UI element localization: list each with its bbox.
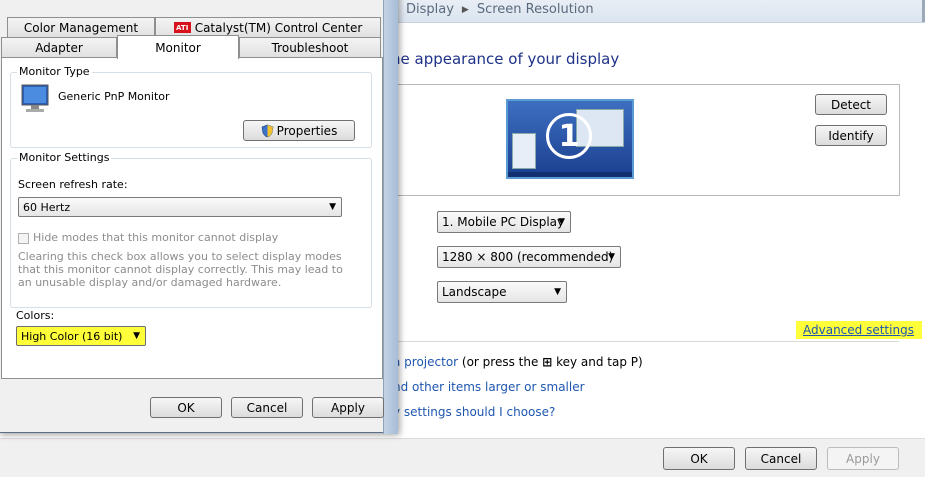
monitor-number-badge: 1 [546, 113, 592, 159]
cancel-button[interactable]: Cancel [745, 447, 817, 470]
dialog-frame-edge [383, 0, 398, 434]
refresh-rate-value: 60 Hertz [23, 200, 71, 214]
preview-window-icon [512, 133, 536, 169]
apply-button[interactable]: Apply [827, 447, 899, 470]
orientation-select[interactable]: Landscape ▼ [437, 281, 567, 303]
divider [393, 341, 899, 342]
properties-button[interactable]: Properties [243, 120, 355, 141]
advanced-settings-link[interactable]: Advanced settings [796, 321, 922, 339]
breadcrumb: Display ▶ Screen Resolution [406, 0, 594, 20]
monitor-settings-group: Monitor Settings Screen refresh rate: 60… [10, 151, 372, 308]
tab-monitor[interactable]: Monitor [117, 35, 239, 59]
page-title: he appearance of your display [391, 50, 620, 68]
shield-icon [261, 124, 274, 137]
monitor-type-label: Monitor Type [17, 65, 92, 78]
projector-link[interactable]: a projector [393, 355, 458, 369]
display-select[interactable]: 1. Mobile PC Display ▼ [437, 211, 571, 233]
display-select-value: 1. Mobile PC Display [442, 215, 565, 229]
breadcrumb-display[interactable]: Display [406, 2, 454, 18]
windows-key-icon: ⊞ [542, 355, 553, 369]
hide-modes-checkbox[interactable] [18, 232, 29, 244]
identify-button[interactable]: Identify [815, 125, 887, 146]
properties-button-label: Properties [276, 123, 338, 138]
refresh-rate-label: Screen refresh rate: [18, 178, 128, 191]
tab-color-management[interactable]: Color Management [7, 17, 155, 37]
monitor-preview-icon[interactable]: 1 [506, 99, 634, 179]
hide-modes-row: Hide modes that this monitor cannot disp… [18, 231, 278, 244]
text-size-link[interactable]: nd other items larger or smaller [393, 380, 585, 394]
monitor-name: Generic PnP Monitor [58, 90, 170, 103]
hide-modes-label: Hide modes that this monitor cannot disp… [33, 231, 279, 244]
monitor-properties-dialog: Color Management ATI Catalyst(TM) Contro… [0, 0, 398, 434]
breadcrumb-separator-icon: ▶ [461, 5, 469, 15]
monitor-tab-panel: Monitor Type Generic PnP Monitor Propert… [1, 57, 383, 379]
monitor-type-group: Monitor Type Generic PnP Monitor Propert… [10, 65, 372, 148]
settings-help-link[interactable]: y settings should I choose? [393, 405, 555, 419]
chevron-down-icon: ▼ [133, 331, 140, 341]
dialog-apply-button[interactable]: Apply [312, 397, 384, 418]
tab-troubleshoot[interactable]: Troubleshoot [239, 37, 381, 57]
orientation-select-value: Landscape [442, 285, 507, 299]
colors-select[interactable]: High Color (16 bit) ▼ [16, 326, 146, 346]
preview-taskbar [508, 172, 632, 177]
projector-line: a projector (or press the ⊞ key and tap … [393, 355, 643, 369]
resolution-select[interactable]: 1280 × 800 (recommended) ▼ [437, 246, 621, 268]
chevron-down-icon: ▼ [608, 252, 615, 262]
monitor-settings-label: Monitor Settings [17, 151, 112, 164]
dialog-ok-button[interactable]: OK [150, 397, 222, 418]
hide-modes-help: Clearing this check box allows you to se… [18, 250, 343, 289]
detect-button[interactable]: Detect [815, 94, 887, 115]
colors-label: Colors: [16, 309, 55, 322]
chevron-down-icon: ▼ [558, 217, 565, 227]
breadcrumb-screen-resolution[interactable]: Screen Resolution [477, 2, 594, 18]
dialog-cancel-button[interactable]: Cancel [231, 397, 303, 418]
refresh-rate-select[interactable]: 60 Hertz ▼ [18, 197, 342, 217]
monitor-icon [21, 84, 49, 112]
resolution-select-value: 1280 × 800 (recommended) [442, 250, 614, 264]
ati-logo-icon: ATI [173, 22, 191, 33]
ok-button[interactable]: OK [663, 447, 735, 470]
projector-text: (or press the [458, 355, 543, 369]
chevron-down-icon: ▼ [329, 202, 336, 212]
tab-adapter[interactable]: Adapter [1, 37, 117, 57]
tab-catalyst[interactable]: ATI Catalyst(TM) Control Center [155, 17, 381, 37]
projector-text-end: key and tap P) [552, 355, 643, 369]
chevron-down-icon: ▼ [554, 287, 561, 297]
tab-catalyst-label: Catalyst(TM) Control Center [194, 20, 363, 35]
colors-value: High Color (16 bit) [21, 329, 123, 343]
